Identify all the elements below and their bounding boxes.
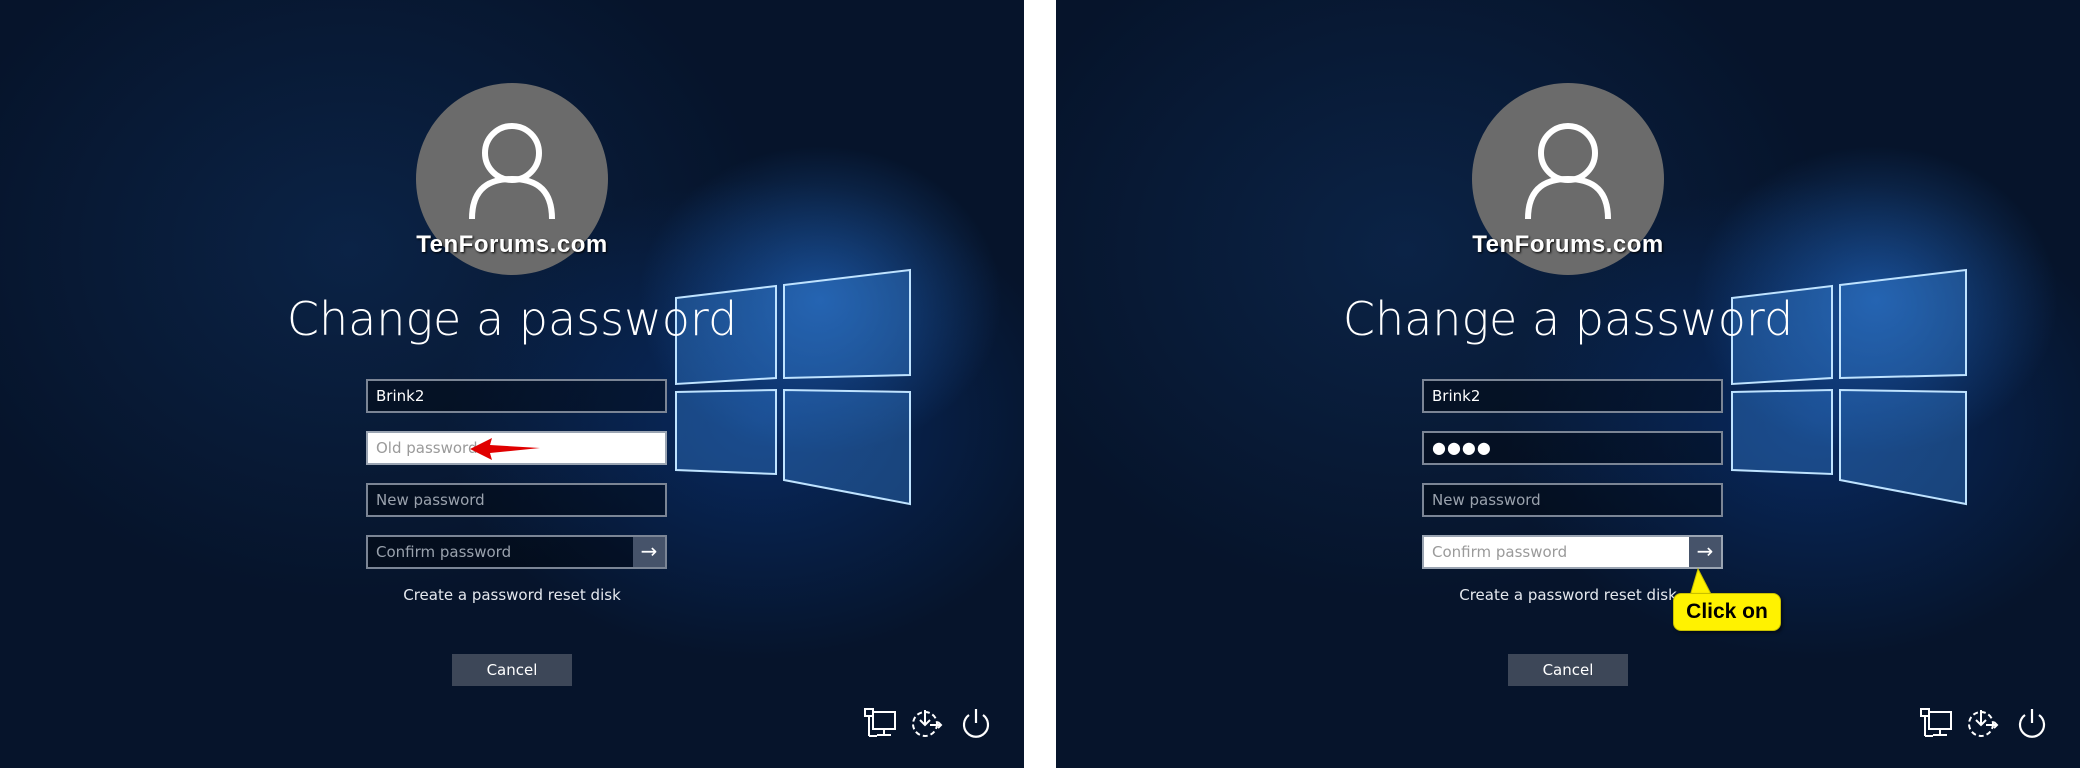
arrow-right-icon: → [640,539,658,563]
click-on-callout: Click on [1673,593,1781,631]
cancel-button[interactable]: Cancel [452,654,572,686]
cancel-button[interactable]: Cancel [1508,654,1628,686]
watermark: TenForums.com [416,231,608,258]
confirm-password-placeholder: Confirm password [376,543,512,561]
power-icon[interactable] [959,706,993,740]
new-password-field[interactable]: New password [366,483,667,517]
new-password-placeholder: New password [376,491,485,509]
ease-of-access-icon[interactable] [1966,706,2000,740]
network-icon[interactable] [1919,706,1953,740]
ease-of-access-icon[interactable] [910,706,944,740]
old-password-placeholder: Old password [376,439,478,457]
username-field[interactable]: Brink2 [366,379,667,413]
network-icon[interactable] [863,706,897,740]
lock-screen-panel-right: TenForums.com Change a password Brink2 ●… [1056,0,2080,768]
username-value: Brink2 [376,387,425,405]
submit-arrow-button[interactable]: → [633,537,665,567]
page-title: Change a password [286,292,738,346]
confirm-password-field[interactable]: Confirm password → [366,535,667,569]
callout-pointer [1689,567,1713,597]
lock-screen-panel-left: TenForums.com Change a password Brink2 O… [0,0,1024,768]
power-icon[interactable] [2015,706,2049,740]
user-icon [469,123,555,220]
red-arrow-annotation [470,438,540,460]
reset-disk-link[interactable]: Create a password reset disk [0,586,1024,604]
